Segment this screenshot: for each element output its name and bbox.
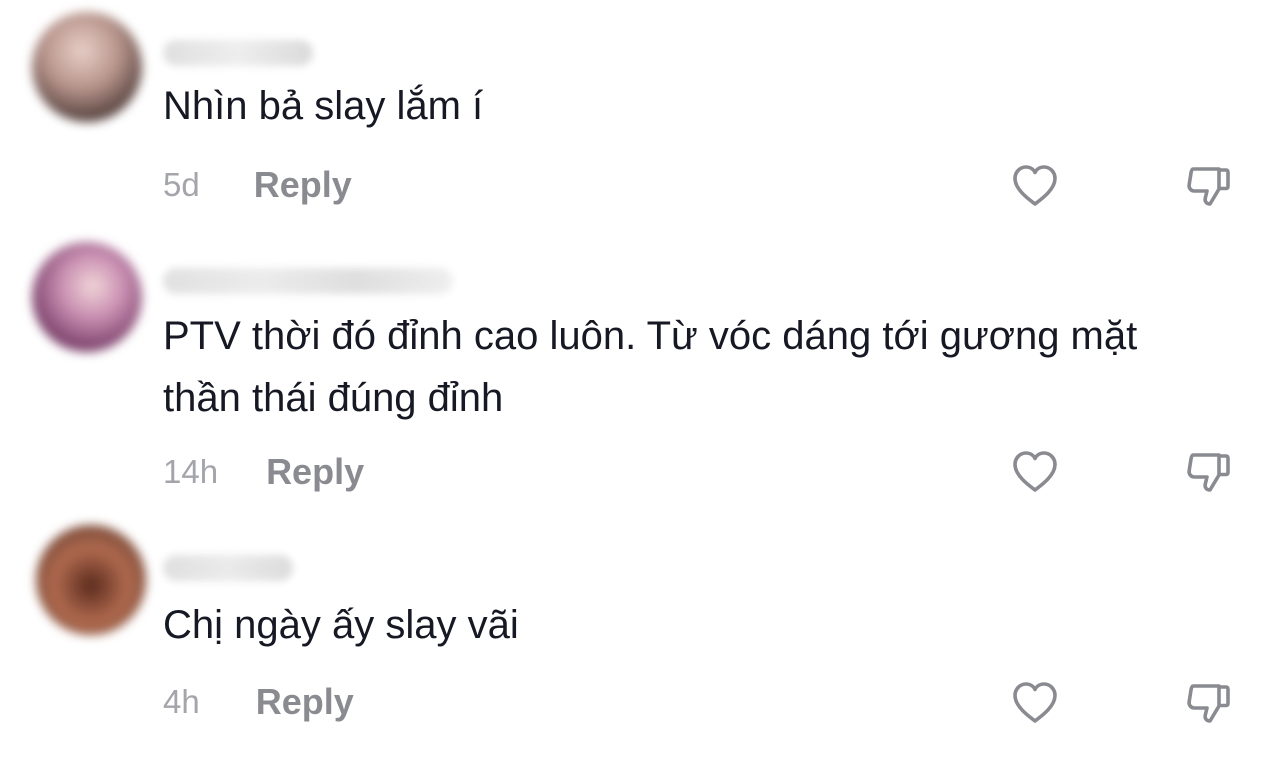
comment-time: 4h: [163, 683, 200, 720]
comment-text: Chị ngày ấy slay vãi: [163, 603, 519, 647]
comment-actions: 4h Reply: [163, 677, 354, 727]
comment-time: 5d: [163, 166, 200, 203]
comment-text: PTV thời đó đỉnh cao luôn. Từ vóc dáng t…: [163, 314, 1138, 420]
comment-time: 14h: [163, 453, 219, 490]
avatar[interactable]: [32, 12, 142, 122]
reply-button[interactable]: Reply: [266, 451, 364, 493]
reply-button[interactable]: Reply: [256, 681, 354, 723]
username[interactable]: [163, 555, 293, 581]
comment-actions: 14h Reply: [163, 447, 364, 497]
thumbs-down-icon[interactable]: [1182, 677, 1234, 729]
heart-icon[interactable]: [1009, 446, 1061, 498]
thumbs-down-icon[interactable]: [1182, 446, 1234, 498]
heart-icon[interactable]: [1009, 677, 1061, 729]
username[interactable]: [163, 268, 453, 294]
comment-actions: 5d Reply: [163, 160, 352, 210]
comment-text: Nhìn bả slay lắm í: [163, 84, 484, 128]
heart-icon[interactable]: [1009, 160, 1061, 212]
thumbs-down-icon[interactable]: [1182, 160, 1234, 212]
avatar[interactable]: [36, 525, 146, 635]
avatar[interactable]: [32, 242, 142, 352]
reply-button[interactable]: Reply: [254, 164, 352, 206]
username[interactable]: [163, 40, 313, 66]
